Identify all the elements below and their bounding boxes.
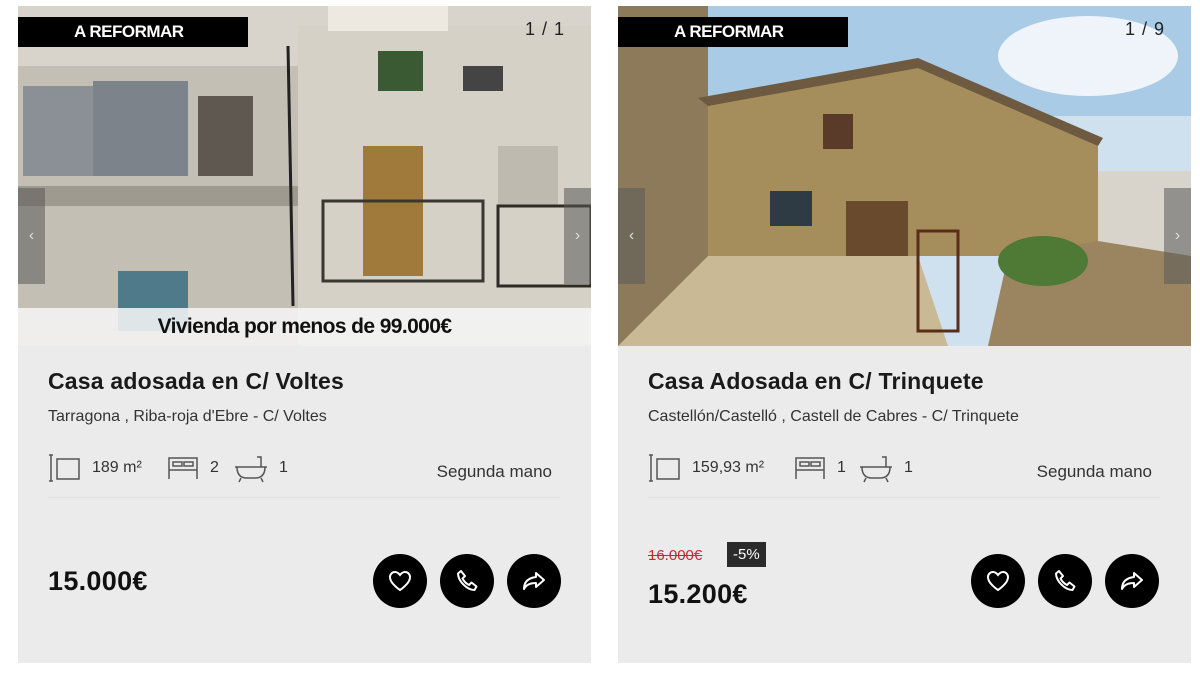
area-feature: 189 m² (48, 452, 142, 484)
property-condition: Segunda mano (436, 462, 552, 481)
phone-icon (457, 570, 478, 591)
chevron-left-icon: ‹ (628, 227, 635, 244)
property-card[interactable]: A REFORMAR 1 / 1 ‹ › Vivienda por menos … (18, 6, 591, 663)
old-price: 16.000€ (648, 547, 703, 564)
share-button[interactable] (507, 554, 561, 608)
condition-badge: A REFORMAR (18, 17, 248, 47)
share-button[interactable] (1105, 554, 1159, 608)
photo-counter: 1 / 1 (524, 19, 565, 39)
next-photo-button[interactable]: › (1164, 188, 1191, 284)
bathrooms-feature: 1 (233, 452, 288, 484)
next-photo-button[interactable]: › (564, 188, 591, 284)
phone-icon (1055, 570, 1076, 591)
area-icon (49, 454, 80, 482)
bed-icon (795, 457, 825, 479)
bedrooms-feature: 2 (166, 452, 219, 484)
area-icon (649, 454, 680, 482)
heart-icon (986, 570, 1010, 592)
property-location: Castellón/Castelló , Castell de Cabres -… (648, 408, 1019, 425)
property-features: 159,93 m² 1 1 Segunda mano (648, 452, 1160, 498)
share-icon (523, 572, 545, 590)
property-price: 15.200€ (648, 579, 748, 609)
bedrooms-feature: 1 (793, 452, 846, 484)
bath-icon (235, 456, 267, 483)
property-condition: Segunda mano (1036, 462, 1152, 481)
bathrooms-feature: 1 (858, 452, 913, 484)
bedrooms-value: 2 (210, 459, 219, 476)
promo-banner: Vivienda por menos de 99.000€ (18, 308, 591, 346)
bathrooms-value: 1 (279, 459, 288, 476)
favorite-button[interactable] (373, 554, 427, 608)
prev-photo-button[interactable]: ‹ (18, 188, 45, 284)
area-value: 159,93 m² (692, 459, 765, 476)
property-title[interactable]: Casa Adosada en C/ Trinquete (648, 368, 984, 395)
bed-icon (168, 457, 198, 479)
chevron-right-icon: › (574, 227, 581, 244)
prev-photo-button[interactable]: ‹ (618, 188, 645, 284)
favorite-button[interactable] (971, 554, 1025, 608)
condition-badge: A REFORMAR (618, 17, 848, 47)
property-card[interactable]: A REFORMAR 1 / 9 ‹ › Casa Adosada en C/ … (618, 6, 1191, 663)
building-photo (18, 6, 591, 346)
bath-icon (860, 456, 892, 483)
property-price: 15.000€ (48, 566, 148, 596)
stone-house-photo (618, 6, 1191, 346)
discount-badge: -5% (727, 542, 766, 567)
property-location: Tarragona , Riba-roja d'Ebre - C/ Voltes (48, 408, 327, 425)
area-feature: 159,93 m² (648, 452, 764, 484)
photo-counter: 1 / 9 (1124, 19, 1165, 39)
call-button[interactable] (440, 554, 494, 608)
area-value: 189 m² (92, 459, 142, 476)
chevron-left-icon: ‹ (28, 227, 35, 244)
call-button[interactable] (1038, 554, 1092, 608)
property-photo[interactable]: A REFORMAR 1 / 1 ‹ › Vivienda por menos … (18, 6, 591, 346)
heart-icon (388, 570, 412, 592)
bathrooms-value: 1 (904, 459, 913, 476)
property-title[interactable]: Casa adosada en C/ Voltes (48, 368, 344, 395)
share-icon (1121, 572, 1143, 590)
bedrooms-value: 1 (837, 459, 846, 476)
property-photo[interactable]: A REFORMAR 1 / 9 ‹ › (618, 6, 1191, 346)
chevron-right-icon: › (1174, 227, 1181, 244)
property-features: 189 m² 2 1 Segunda mano (48, 452, 560, 498)
